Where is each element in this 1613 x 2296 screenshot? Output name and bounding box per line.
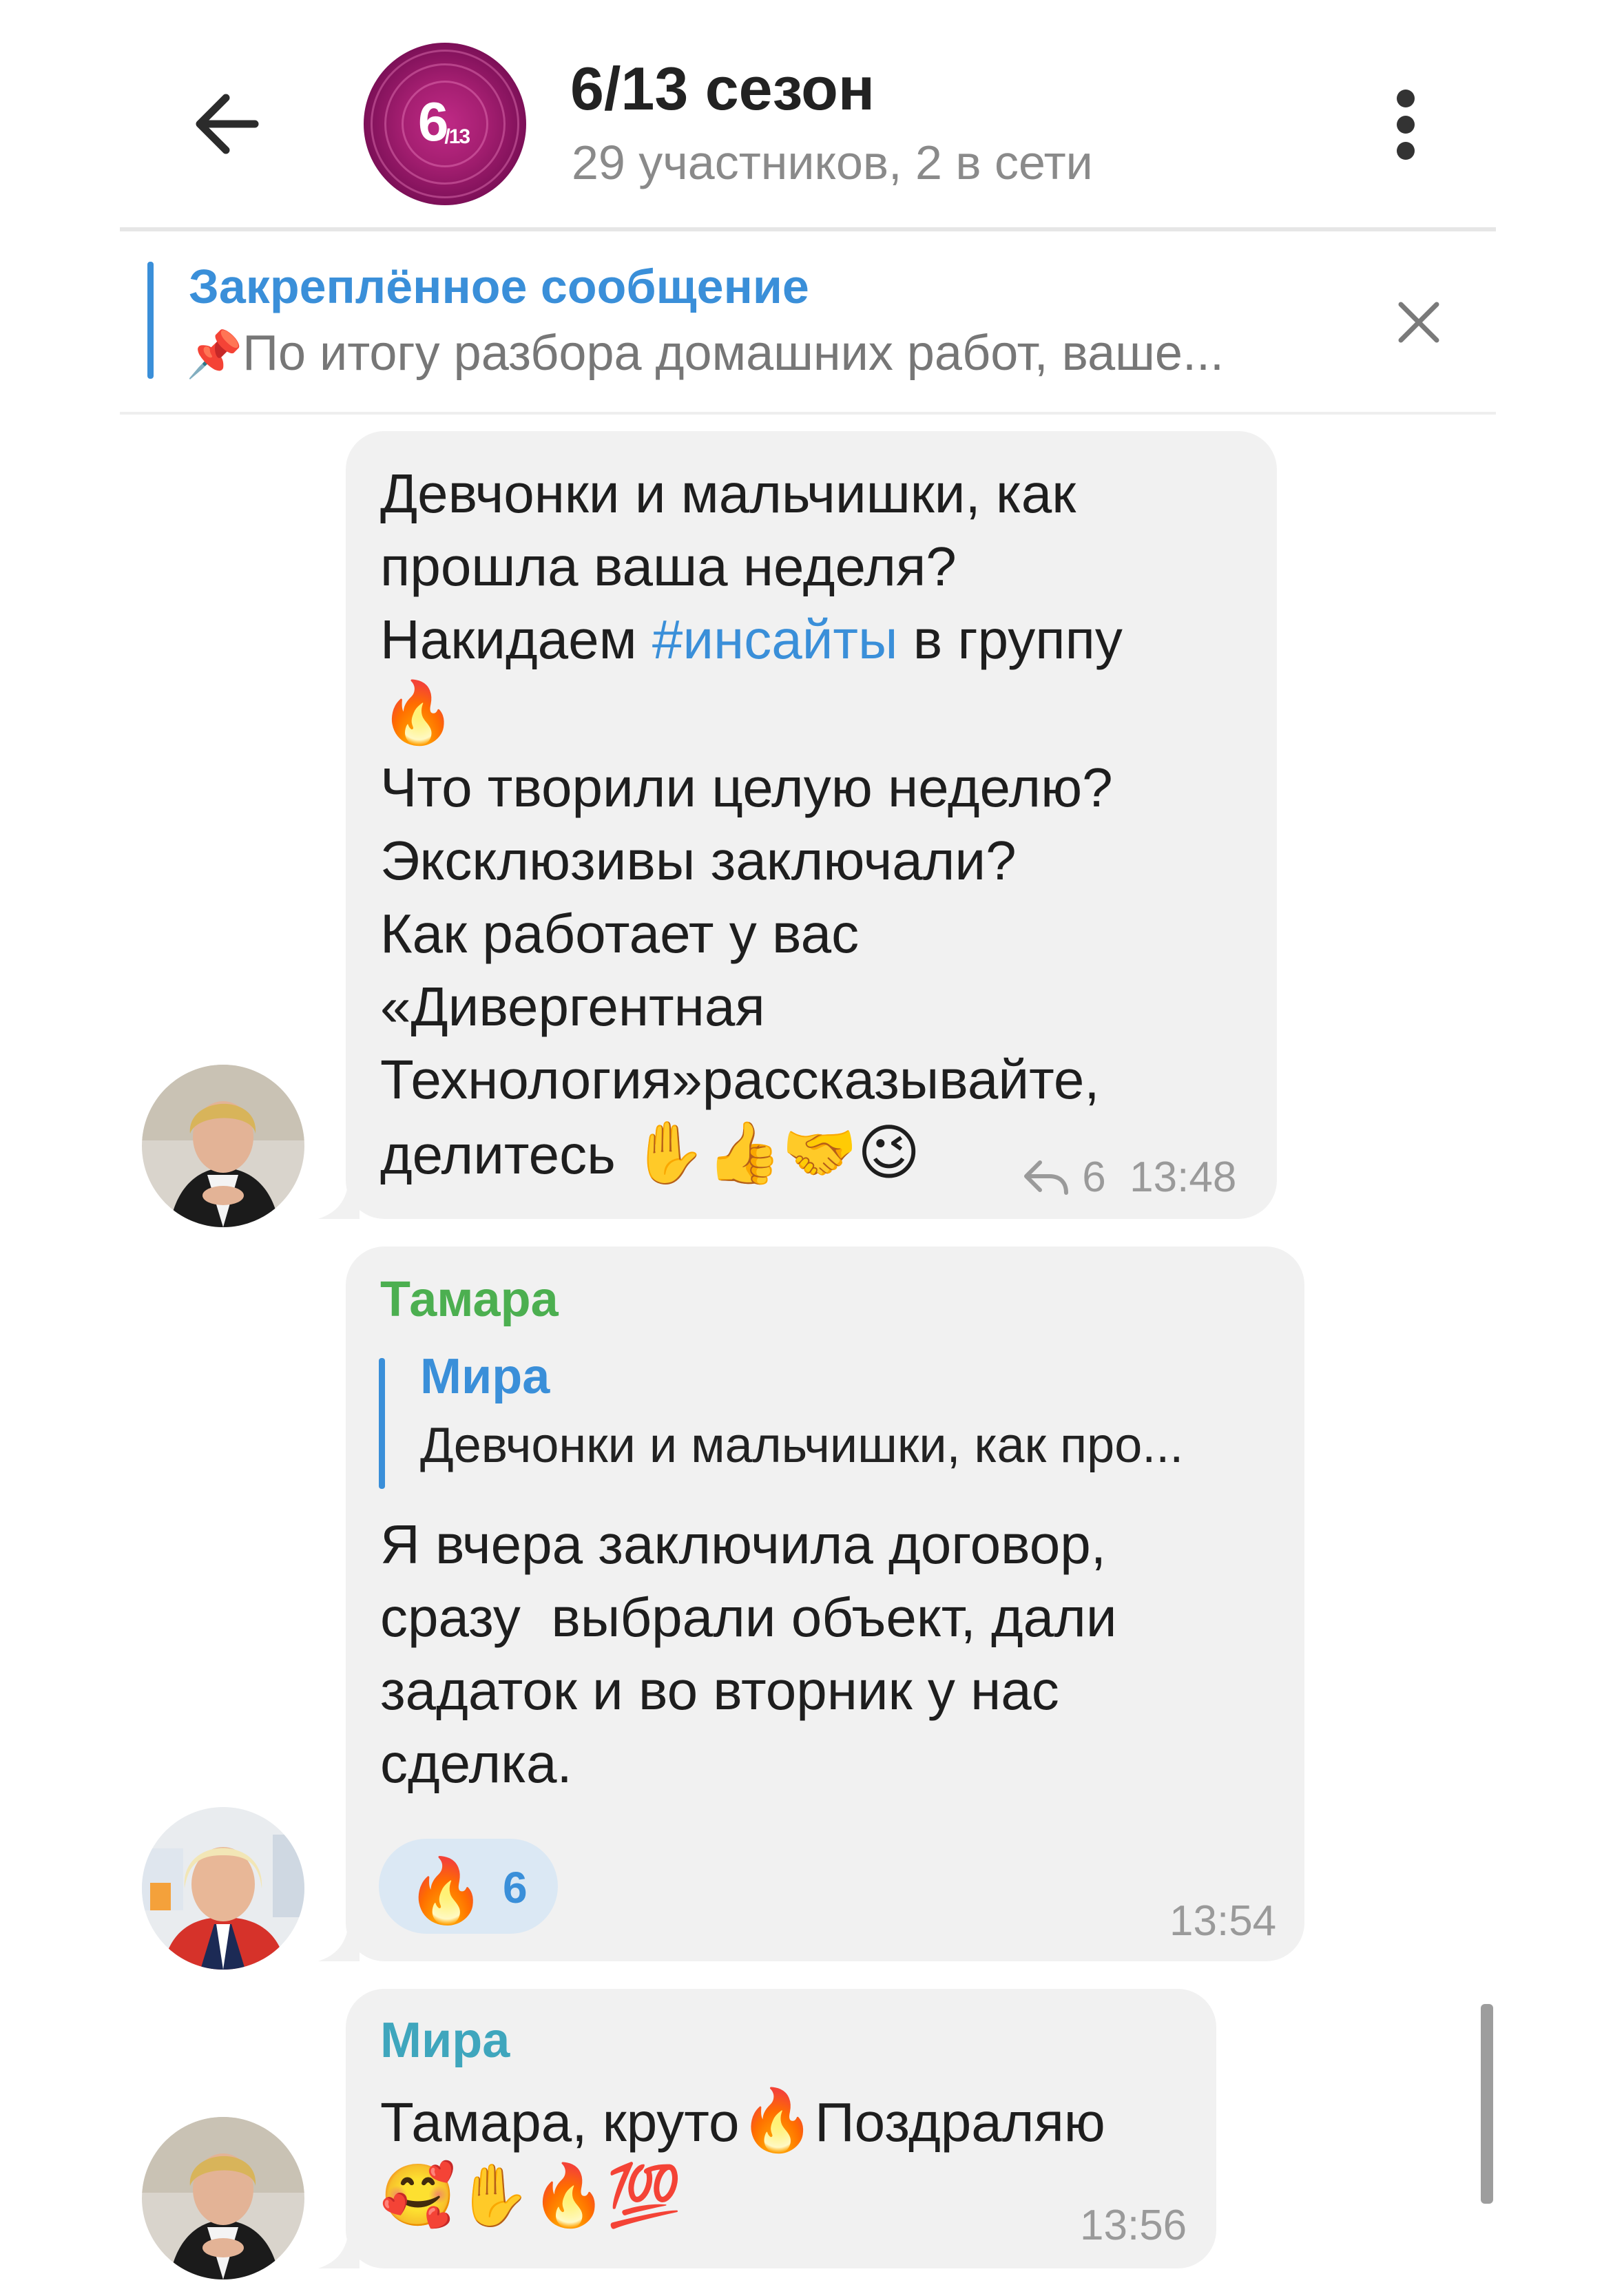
scrollbar[interactable] [1481, 2004, 1493, 2204]
group-avatar-label: 6/13 [417, 91, 470, 152]
pinned-message-bar[interactable]: Закреплённое сообщение 📌По итогу разбора… [120, 231, 1496, 413]
message-time: 13:54 [1169, 1897, 1277, 1945]
close-pinned-button[interactable] [1386, 289, 1452, 355]
chat-subtitle[interactable]: 29 участников, 2 в сети [572, 135, 1093, 190]
pushpin-icon: 📌 [186, 328, 243, 381]
avatar[interactable] [142, 1807, 304, 1970]
reply-sender-name: Мира [420, 1349, 550, 1404]
pinned-divider [120, 412, 1496, 415]
group-avatar[interactable]: 6/13 [364, 43, 526, 205]
message-text: Девчонки и мальчишки, как прошла ваша не… [380, 463, 1123, 1188]
user-photo-mira-icon [142, 1065, 304, 1227]
fire-reaction-icon: 🔥 [406, 1854, 486, 1928]
reply-count[interactable]: 6 [1082, 1154, 1105, 1201]
reply-arrow-icon[interactable] [1022, 1157, 1070, 1196]
chat-title[interactable]: 6/13 сезон [570, 54, 875, 124]
arrow-left-icon [196, 94, 259, 154]
message-time: 13:56 [1080, 2202, 1187, 2249]
back-button[interactable] [186, 83, 269, 165]
pinned-title: Закреплённое сообщение [189, 260, 809, 313]
reaction-chip[interactable]: 🔥 6 [379, 1839, 558, 1934]
more-options-button[interactable] [1377, 83, 1433, 165]
message-text: Тамара, круто🔥Поздраляю 🥰✋🔥💯 [380, 2085, 1105, 2231]
message-meta: 6 13:48 [1022, 1153, 1236, 1202]
user-photo-tamara-icon [142, 1807, 304, 1970]
hashtag-link[interactable]: #инсайты [652, 609, 898, 670]
pinned-accent-bar [147, 262, 154, 379]
message-text: Я вчера заключила договор, сразу выбрали… [380, 1514, 1117, 1794]
pinned-preview: 📌По итогу разбора домашних работ, ваше..… [186, 326, 1224, 381]
user-photo-mira-icon [142, 2117, 304, 2279]
sender-name[interactable]: Мира [380, 2012, 510, 2069]
avatar[interactable] [142, 1065, 304, 1227]
chat-header: 6/13 6/13 сезон 29 участников, 2 в сети [0, 0, 1613, 231]
reaction-count: 6 [503, 1863, 528, 1912]
reply-accent-bar [379, 1358, 385, 1489]
reply-preview-text: Девчонки и мальчишки, как про... [420, 1418, 1184, 1473]
avatar[interactable] [142, 2117, 304, 2279]
sender-name[interactable]: Тамара [380, 1271, 559, 1328]
close-icon [1398, 302, 1439, 343]
message-time: 13:48 [1130, 1154, 1237, 1201]
